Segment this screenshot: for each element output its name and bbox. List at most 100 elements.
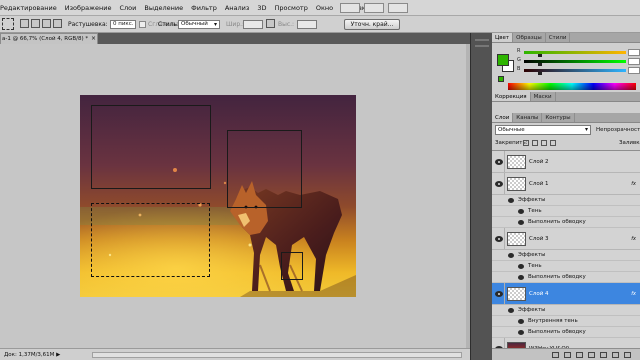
menu-item[interactable]: 3D (253, 0, 270, 16)
effect-visibility-eye-icon[interactable] (508, 198, 514, 203)
layer-name[interactable]: Слой 2 (529, 157, 549, 167)
effect-visibility-eye-icon[interactable] (518, 220, 524, 225)
effects-group-row[interactable]: Эффекты (492, 305, 640, 316)
foreground-color-swatch[interactable] (497, 54, 509, 66)
feather-input[interactable]: 0 пикс. (110, 20, 136, 29)
effect-visibility-eye-icon[interactable] (508, 253, 514, 258)
link-layers-icon[interactable] (552, 352, 559, 358)
panel-tab[interactable]: Каналы (513, 113, 543, 122)
effect-visibility-eye-icon[interactable] (518, 330, 524, 335)
layer-row[interactable]: Слой 3 fx (492, 228, 640, 250)
width-input[interactable] (243, 20, 263, 29)
visibility-eye-icon[interactable] (495, 291, 503, 297)
layer-thumbnail[interactable] (507, 232, 526, 246)
effect-visibility-eye-icon[interactable] (518, 319, 524, 324)
selection-rectangle[interactable] (281, 252, 303, 280)
effect-row[interactable]: Внутренняя тень (492, 316, 640, 327)
panel-tab[interactable]: Стили (546, 33, 571, 42)
artwork-image[interactable] (80, 95, 356, 297)
document-size-info[interactable]: Док: 1,37M/3,61M ▶ (4, 349, 60, 360)
menu-item[interactable]: Фильтр (187, 0, 221, 16)
menu-item[interactable]: Окно (312, 0, 337, 16)
channel-value-input[interactable] (628, 67, 640, 74)
effect-visibility-eye-icon[interactable] (518, 275, 524, 280)
layer-row[interactable]: Слой 4 fx (492, 283, 640, 305)
effect-row[interactable]: Тень (492, 261, 640, 272)
lock-all-icon[interactable] (550, 140, 556, 146)
layer-name[interactable]: Слой 3 (529, 234, 549, 244)
add-style-icon[interactable] (564, 352, 571, 358)
marquee-tool-icon[interactable] (2, 18, 14, 30)
selection-rectangle[interactable] (91, 105, 211, 189)
swap-icon[interactable] (266, 19, 275, 28)
new-selection-icon[interactable] (20, 19, 29, 28)
channel-slider[interactable] (524, 51, 626, 57)
channel-slider[interactable] (524, 60, 626, 66)
subtract-selection-icon[interactable] (42, 19, 51, 28)
style-select[interactable]: Обычный (178, 20, 220, 29)
fx-badge-icon[interactable]: fx (631, 291, 636, 297)
status-arrow-icon[interactable]: ▶ (56, 352, 60, 358)
web-safe-color-icon[interactable] (498, 76, 504, 82)
new-layer-icon[interactable] (612, 352, 619, 358)
effect-visibility-eye-icon[interactable] (518, 264, 524, 269)
close-icon[interactable]: × (91, 34, 96, 44)
layer-row[interactable]: Слой 2 (492, 151, 640, 173)
layer-thumbnail[interactable] (507, 287, 526, 301)
horizontal-scrollbar[interactable] (92, 352, 462, 358)
menu-item[interactable]: Анализ (221, 0, 254, 16)
lock-position-icon[interactable] (541, 140, 547, 146)
channel-value-input[interactable] (628, 49, 640, 56)
visibility-eye-icon[interactable] (495, 159, 503, 165)
add-selection-icon[interactable] (31, 19, 40, 28)
effect-row[interactable]: Выполнить обводку (492, 327, 640, 338)
effect-visibility-eye-icon[interactable] (508, 308, 514, 313)
channel-value-input[interactable] (628, 58, 640, 65)
antialias-checkbox[interactable] (139, 21, 146, 28)
panel-tab[interactable]: Образцы (513, 33, 546, 42)
menu-item[interactable]: Редактирование (0, 0, 61, 16)
active-marquee-selection[interactable] (91, 203, 210, 277)
effect-row[interactable]: Выполнить обводку (492, 272, 640, 283)
effect-row[interactable]: Выполнить обводку (492, 217, 640, 228)
canvas-area[interactable] (0, 44, 470, 348)
layer-name[interactable]: Слой 1 (529, 179, 549, 189)
effects-group-row[interactable]: Эффекты (492, 250, 640, 261)
selection-rectangle[interactable] (227, 130, 302, 208)
dock-grip-icon[interactable] (475, 45, 489, 47)
fx-badge-icon[interactable]: fx (631, 236, 636, 242)
adjustment-layer-icon[interactable] (588, 352, 595, 358)
intersect-selection-icon[interactable] (53, 19, 62, 28)
layer-thumbnail[interactable] (507, 177, 526, 191)
menu-item[interactable]: Слои (115, 0, 140, 16)
panel-tab[interactable]: Цвет (492, 33, 514, 42)
collapsed-panel-dock[interactable] (470, 33, 492, 360)
workspace-button[interactable] (340, 3, 360, 13)
slider-thumb[interactable] (538, 63, 542, 66)
slider-thumb[interactable] (538, 72, 542, 75)
layer-thumbnail[interactable] (507, 155, 526, 169)
menu-item[interactable]: Выделение (140, 0, 187, 16)
document-tab[interactable]: а-1 @ 66,7% (Слой 4, RGB/8) * × (0, 33, 98, 44)
effect-row[interactable]: Тень (492, 206, 640, 217)
trash-icon[interactable] (624, 352, 631, 358)
visibility-eye-icon[interactable] (495, 181, 503, 187)
color-ramp[interactable] (508, 83, 636, 90)
layer-row[interactable]: Слой 1 fx (492, 173, 640, 195)
visibility-eye-icon[interactable] (495, 236, 503, 242)
lock-pixels-icon[interactable] (532, 140, 538, 146)
new-group-icon[interactable] (600, 352, 607, 358)
blend-mode-select[interactable]: Обычные (495, 125, 591, 135)
menu-item[interactable]: Изображение (61, 0, 116, 16)
workspace-button[interactable] (388, 3, 408, 13)
add-mask-icon[interactable] (576, 352, 583, 358)
workspace-button[interactable] (364, 3, 384, 13)
layer-name[interactable]: Слой 4 (529, 289, 549, 299)
lock-transparency-icon[interactable] (523, 140, 529, 146)
panel-tab[interactable]: Слои (492, 113, 514, 122)
menu-item[interactable]: Просмотр (270, 0, 311, 16)
refine-edge-button[interactable]: Уточн. край... (344, 19, 400, 30)
fx-badge-icon[interactable]: fx (631, 181, 636, 187)
panel-tab[interactable]: Коррекция (492, 92, 531, 101)
panel-tab[interactable]: Маски (531, 92, 556, 101)
